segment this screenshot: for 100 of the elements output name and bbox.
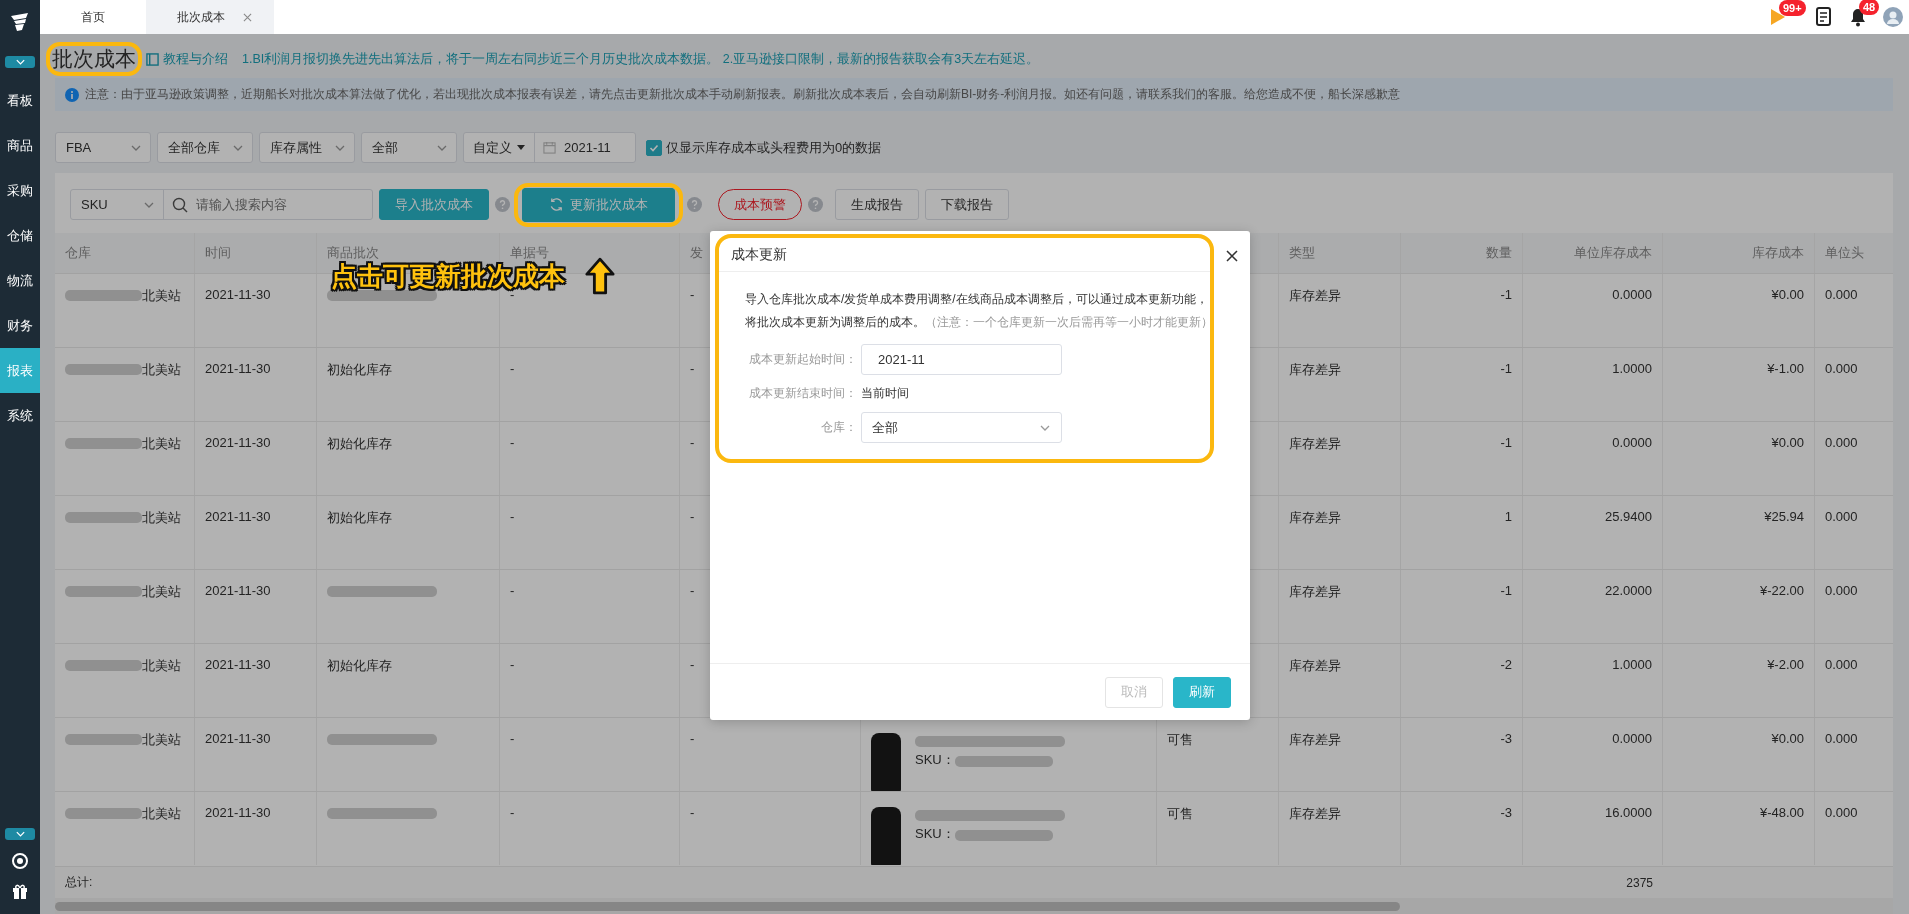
close-icon[interactable]: [1226, 250, 1238, 262]
sidebar-item[interactable]: 商品: [0, 123, 40, 168]
table-cell: 北美站: [142, 583, 181, 601]
table-cell: ¥-2.00: [1663, 644, 1815, 717]
table-cell: 可售: [1167, 732, 1193, 747]
column-header: 单位库存成本: [1574, 244, 1652, 262]
sidebar-item[interactable]: 物流: [0, 258, 40, 303]
gift-icon[interactable]: [11, 882, 29, 900]
table-cell: 库存差异: [1279, 348, 1401, 421]
table-cell: -: [500, 644, 680, 717]
table-cell: 库存差异: [1279, 792, 1401, 865]
table-cell: ¥-48.00: [1663, 792, 1815, 865]
sidebar-item[interactable]: 财务: [0, 303, 40, 348]
table-cell: 0.0000: [1523, 422, 1663, 495]
table-cell: 可售: [1167, 806, 1193, 821]
table-cell: -: [500, 348, 680, 421]
warehouse-select[interactable]: 全部: [861, 412, 1062, 443]
table-cell: ¥0.00: [1663, 274, 1815, 347]
table-cell: 16.0000: [1523, 792, 1663, 865]
table-cell: -1: [1401, 348, 1523, 421]
total-label: 总计:: [65, 875, 93, 889]
column-header: 单位头: [1825, 244, 1864, 262]
sku-label: SKU：: [915, 751, 955, 769]
table-cell: 0.000: [1815, 644, 1893, 717]
document-icon[interactable]: [1815, 7, 1833, 27]
table-cell: 0.000: [1815, 570, 1893, 643]
photo-placeholder: [871, 807, 901, 865]
refresh-icon: [549, 197, 564, 212]
column-header: 类型: [1289, 244, 1315, 262]
chevron-down-icon: [14, 58, 26, 66]
table-cell: -: [500, 570, 680, 643]
month-field[interactable]: 2021-11: [861, 344, 1062, 375]
filter-select[interactable]: 库存属性: [259, 132, 355, 163]
table-cell: 初始化库存: [327, 658, 392, 673]
column-header: 数量: [1486, 244, 1512, 262]
table-cell: -1: [1401, 570, 1523, 643]
table-cell: 北美站: [142, 361, 181, 379]
page-title: 批次成本: [52, 47, 136, 70]
filter-select[interactable]: 全部仓库: [157, 132, 253, 163]
calendar-icon: [543, 141, 556, 154]
table-cell: 库存差异: [1279, 496, 1401, 569]
table-cell: 2021-11-30: [195, 422, 317, 495]
table-cell: ¥-22.00: [1663, 570, 1815, 643]
table-cell: 库存差异: [1279, 718, 1401, 791]
table-cell: 2021-11-30: [195, 792, 317, 865]
table-cell: 北美站: [142, 657, 181, 675]
arrow-up-icon: [585, 257, 615, 295]
search-box[interactable]: SKU 请输入搜索内容: [70, 189, 373, 220]
sidebar-item[interactable]: 采购: [0, 168, 40, 213]
column-header: 发: [690, 244, 703, 262]
search-by-select[interactable]: SKU: [71, 190, 164, 219]
table-cell: 初始化库存: [327, 510, 392, 525]
table-cell: 2021-11-30: [195, 644, 317, 717]
sidebar-item[interactable]: 仓储: [0, 213, 40, 258]
table-cell: 2021-11-30: [195, 348, 317, 421]
chevron-down-icon: [14, 830, 26, 838]
column-header: 时间: [205, 244, 231, 262]
notification-badge: 48: [1859, 0, 1880, 15]
table-cell: 北美站: [142, 287, 181, 305]
table-cell: -3: [1401, 718, 1523, 791]
field-label: 成本更新结束时间：: [748, 385, 857, 402]
sidebar-item[interactable]: 系统: [0, 393, 40, 438]
sidebar-item[interactable]: 看板: [0, 78, 40, 123]
table-cell: 北美站: [142, 805, 181, 823]
field-label: 成本更新起始时间：: [748, 351, 857, 368]
notice-text: 注意：由于亚马逊政策调整，近期船长对批次成本算法做了优化，若出现批次成本报表有误差，请先点击更新批次成本手动刷新报表。刷新批次成本表后，会自动刷新BI-财务-利润月报。如还有问题，请联系我们的客服。给您造成不便，船长深感歉意: [85, 86, 1401, 103]
table-cell: -: [500, 496, 680, 569]
table-cell: 0.000: [1815, 792, 1893, 865]
filter-select[interactable]: 全部: [361, 132, 457, 163]
filter-select[interactable]: FBA: [55, 132, 151, 163]
table-cell: 2021-11-30: [195, 274, 317, 347]
table-cell: ¥0.00: [1663, 422, 1815, 495]
avatar-icon[interactable]: [1883, 7, 1903, 27]
table-cell: ¥-1.00: [1663, 348, 1815, 421]
download-report-button[interactable]: 下载报告: [925, 189, 1009, 220]
table-cell: -: [680, 792, 861, 865]
table-cell: 0.000: [1815, 348, 1893, 421]
book-icon: [146, 52, 159, 66]
scrollbar[interactable]: [55, 898, 1893, 914]
check-icon: [649, 142, 659, 153]
column-header: 商品批次: [327, 244, 379, 262]
alert-button[interactable]: 成本预警: [718, 189, 802, 220]
table-cell: -1: [1401, 274, 1523, 347]
collapse-button[interactable]: [5, 56, 35, 68]
table-cell: 1: [1401, 496, 1523, 569]
tab[interactable]: 批次成本: [146, 0, 274, 34]
generate-report-button[interactable]: 生成报告: [835, 189, 919, 220]
checkbox-label: 仅显示库存成本或头程费用为0的数据: [666, 138, 882, 157]
expand-button[interactable]: [5, 828, 35, 840]
table-cell: 北美站: [142, 435, 181, 453]
sku-label: SKU：: [915, 825, 955, 843]
checkbox[interactable]: [646, 139, 662, 156]
column-header: 仓库: [65, 244, 91, 262]
table-cell: 库存差异: [1279, 422, 1401, 495]
table-cell: 2021-11-30: [195, 496, 317, 569]
notification-badge: 99+: [1779, 0, 1806, 16]
date-mode-select[interactable]: 自定义: [464, 133, 535, 162]
month-picker[interactable]: 2021-11: [535, 133, 635, 162]
table-cell: 0.000: [1815, 422, 1893, 495]
search-field[interactable]: 请输入搜索内容: [194, 196, 368, 213]
